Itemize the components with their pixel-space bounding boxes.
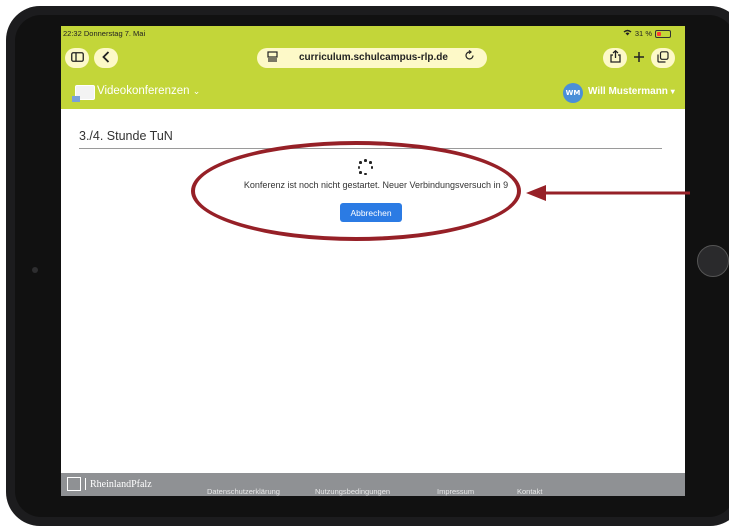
- app-header: Videokonferenzen ⌄ WM Will Mustermann ▾: [61, 76, 685, 109]
- share-button[interactable]: [603, 48, 627, 68]
- tabs-icon: [657, 50, 669, 66]
- sidebar-icon: [70, 51, 84, 65]
- annotation-ellipse: [191, 141, 521, 241]
- status-time: 22:32 Donnerstag 7. Mai: [63, 29, 146, 38]
- module-switcher[interactable]: Videokonferenzen ⌄: [97, 85, 200, 97]
- logo-divider: [85, 478, 86, 490]
- footer-link-terms[interactable]: Nutzungsbedingungen: [315, 487, 390, 496]
- back-chevron-icon: [102, 50, 110, 66]
- share-icon: [609, 49, 621, 66]
- crest-icon: [67, 477, 81, 491]
- videoconference-icon: [72, 85, 95, 102]
- footer-link-imprint[interactable]: Impressum: [437, 487, 474, 496]
- browser-toolbar: 22:32 Donnerstag 7. Mai 31 % curriculum.…: [61, 26, 685, 76]
- home-button[interactable]: [697, 245, 729, 277]
- caret-down-icon: ▾: [670, 87, 675, 96]
- brand-name: RheinlandPfalz: [90, 478, 152, 490]
- url-text: curriculum.schulcampus-rlp.de: [299, 52, 448, 63]
- footer: RheinlandPfalz Datenschutzerklärung Nutz…: [61, 473, 685, 496]
- footer-logo: RheinlandPfalz: [67, 477, 152, 491]
- battery-icon: [655, 29, 671, 38]
- sidebar-toggle-button[interactable]: [65, 48, 89, 68]
- screen: 22:32 Donnerstag 7. Mai 31 % curriculum.…: [61, 26, 685, 496]
- user-menu[interactable]: Will Mustermann ▾: [588, 86, 675, 97]
- annotation-arrow-icon: [526, 185, 690, 201]
- reload-icon[interactable]: [464, 50, 475, 64]
- page-icon: [267, 51, 278, 65]
- tabs-overview-button[interactable]: [651, 48, 675, 68]
- page-title: 3./4. Stunde TuN: [79, 129, 173, 143]
- footer-link-contact[interactable]: Kontakt: [517, 487, 542, 496]
- address-bar[interactable]: curriculum.schulcampus-rlp.de: [257, 48, 487, 68]
- chevron-down-icon: ⌄: [192, 86, 201, 96]
- footer-link-privacy[interactable]: Datenschutzerklärung: [207, 487, 280, 496]
- plus-icon: [633, 51, 645, 66]
- module-title: Videokonferenzen: [97, 85, 190, 97]
- user-name: Will Mustermann: [588, 86, 668, 97]
- new-tab-button[interactable]: [627, 48, 651, 68]
- avatar[interactable]: WM: [563, 83, 583, 103]
- back-button[interactable]: [94, 48, 118, 68]
- camera-dot: [32, 267, 38, 273]
- battery-percent: 31 %: [634, 29, 652, 38]
- status-indicators: 31 %: [623, 29, 671, 38]
- wifi-icon: [623, 29, 632, 38]
